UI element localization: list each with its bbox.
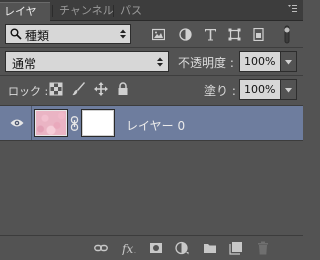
new-adjustment-layer-icon[interactable] <box>175 241 189 255</box>
svg-text:fx: fx <box>122 242 133 255</box>
opacity-slider-button[interactable] <box>281 51 297 72</box>
pixel-layer-filter-icon[interactable] <box>152 28 165 41</box>
visibility-divider <box>31 106 32 140</box>
blend-mode-select[interactable]: 通常 <box>5 51 169 72</box>
layer-style-fx-icon[interactable]: fx . <box>122 241 140 255</box>
blend-mode-value: 通常 <box>12 57 37 71</box>
add-mask-icon[interactable] <box>149 241 163 255</box>
bottom-toolbar: fx . <box>0 235 303 260</box>
blend-row: 通常 不透明度 : 100% <box>0 49 303 75</box>
fill-input[interactable]: 100% <box>239 79 281 100</box>
tab-divider <box>52 5 53 17</box>
fill-slider-button[interactable] <box>281 79 297 100</box>
tab-bar: ✕ レイヤー チャンネル パス <box>0 0 303 36</box>
new-group-folder-icon[interactable] <box>203 241 217 255</box>
adjustment-layer-filter-icon[interactable] <box>179 28 192 41</box>
divider <box>0 47 303 48</box>
filter-kind-select[interactable]: 種類 <box>5 24 131 44</box>
tab-paths-label: パス <box>120 4 142 17</box>
new-layer-icon[interactable] <box>229 241 243 255</box>
type-layer-filter-icon[interactable] <box>204 28 217 41</box>
layer-name[interactable]: レイヤー 0 <box>126 117 185 134</box>
shape-layer-filter-icon[interactable] <box>228 28 241 41</box>
mask-link-icon[interactable] <box>70 116 79 131</box>
lock-row: ロック : 塗り : 100% <box>0 77 303 103</box>
layer-thumbnail[interactable] <box>34 109 68 137</box>
tab-paths[interactable]: パス <box>116 2 146 21</box>
lock-image-pixels-brush-icon[interactable] <box>72 82 86 96</box>
tab-layers[interactable]: レイヤー <box>0 2 50 36</box>
lock-all-icon[interactable] <box>116 82 130 96</box>
filter-row: 種類 <box>0 21 303 47</box>
opacity-label: 不透明度 : <box>178 56 234 70</box>
panel-menu-icon[interactable] <box>287 4 297 14</box>
up-down-arrows-icon <box>120 29 126 39</box>
tab-divider <box>113 5 114 17</box>
search-icon <box>10 28 22 40</box>
delete-layer-trash-icon[interactable] <box>256 241 270 255</box>
fill-label: 塗り : <box>204 84 236 98</box>
layers-panel: ✕ レイヤー チャンネル パス 種類 <box>0 0 303 260</box>
filter-kind-label: 種類 <box>25 29 50 43</box>
svg-text:.: . <box>134 248 136 255</box>
visibility-eye-icon[interactable] <box>10 118 24 128</box>
filter-toggle-icon[interactable] <box>283 25 291 44</box>
link-layers-icon[interactable] <box>94 241 108 255</box>
lock-label: ロック : <box>8 85 49 98</box>
lock-position-move-icon[interactable] <box>94 82 108 96</box>
up-down-arrows-icon <box>157 57 163 67</box>
chevron-down-icon <box>285 88 292 93</box>
divider <box>0 75 303 76</box>
tab-channels-label: チャンネル <box>59 4 114 17</box>
layer-mask-thumbnail[interactable] <box>81 109 115 137</box>
tab-channels[interactable]: チャンネル <box>55 2 118 21</box>
layer-row[interactable]: レイヤー 0 <box>0 105 303 141</box>
smart-object-filter-icon[interactable] <box>252 28 265 41</box>
opacity-input[interactable]: 100% <box>239 51 281 72</box>
lock-transparent-pixels-icon[interactable] <box>49 82 63 96</box>
chevron-down-icon <box>285 60 292 65</box>
